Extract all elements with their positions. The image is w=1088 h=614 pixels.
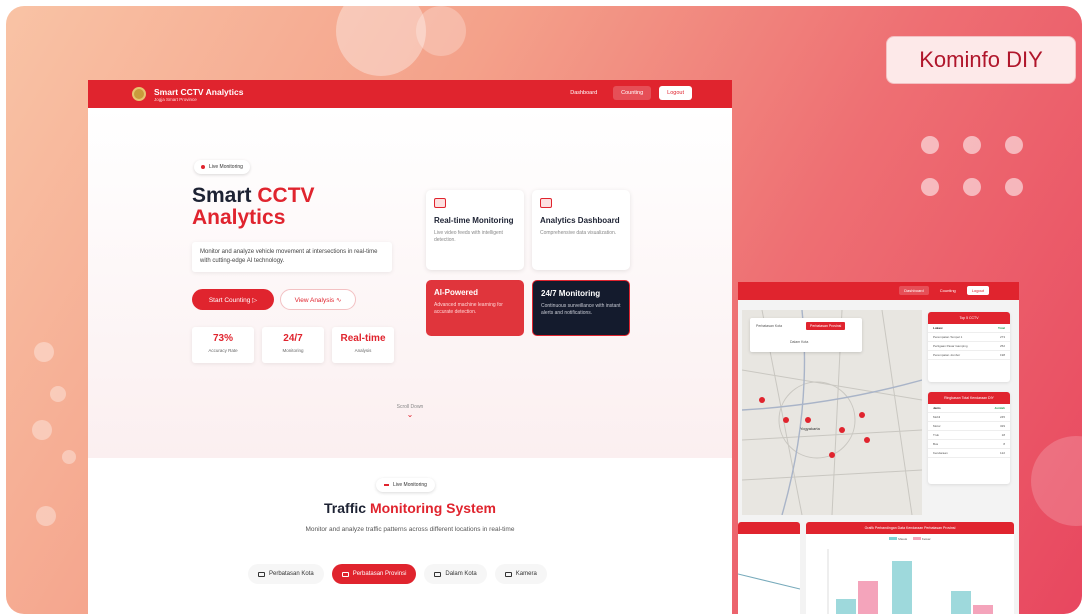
- camera-icon: [434, 198, 446, 208]
- table-row: Perempatan Jombor 198: [928, 351, 1010, 360]
- section-subtitle: Monitor and analyze traffic patterns acr…: [305, 526, 515, 533]
- traffic-section: Live Monitoring Traffic Monitoring Syste…: [88, 458, 732, 614]
- feature-card-realtime[interactable]: Real-time Monitoring Live video feeds wit…: [426, 190, 524, 270]
- camera-icon: [434, 571, 442, 577]
- dashboard-preview-window: Dashboard Counting Logout Yogyakarta Per…: [738, 282, 1019, 614]
- logo-icon: [132, 87, 146, 101]
- hero-description: Monitor and analyze vehicle movement at …: [192, 242, 392, 272]
- hero-section: Live Monitoring Smart CCTV Analytics Mon…: [88, 108, 732, 458]
- decor-circle: [416, 6, 466, 56]
- brand-badge: Kominfo DIY: [886, 36, 1076, 84]
- monitor-icon: [540, 198, 552, 208]
- hero-title-line2: Analytics: [192, 206, 286, 229]
- start-counting-button[interactable]: Start Counting ▷: [192, 289, 274, 310]
- nav-counting[interactable]: Counting: [613, 86, 652, 100]
- view-analysis-button[interactable]: View Analysis ∿: [280, 289, 356, 310]
- nav-dashboard[interactable]: Dashboard: [562, 86, 605, 100]
- live-monitoring-badge: Live Monitoring: [376, 478, 435, 492]
- stat-monitoring: 24/7 Monitoring: [262, 327, 324, 363]
- nav-counting[interactable]: Counting: [935, 286, 961, 295]
- tab-perbatasan-provinsi[interactable]: Perbatasan Provinsi: [331, 564, 417, 584]
- panel-title: Ringkasan Total Kendaraan DIY: [928, 392, 1010, 404]
- panel-title: Top 5 CCTV: [928, 312, 1010, 324]
- bar: [836, 599, 856, 614]
- chart-card-left: [738, 522, 800, 614]
- col-header: Total: [998, 326, 1005, 330]
- decor-circle: [1031, 436, 1082, 526]
- col-header: Jumlah: [994, 406, 1005, 410]
- table-row: Bus 8: [928, 440, 1010, 449]
- col-header: Lokasi: [933, 326, 943, 330]
- comparison-chart-card: Grafik Perbandingan Data Kendaraan Perba…: [806, 522, 1014, 614]
- camera-icon: [341, 571, 349, 577]
- table-row: Motor 329: [928, 422, 1010, 431]
- live-monitoring-badge: Live Monitoring: [194, 160, 250, 174]
- stat-accuracy: 73% Accuracy Rate: [192, 327, 254, 363]
- vehicle-summary-panel: Ringkasan Total Kendaraan DIY Jenis Jumla…: [928, 392, 1010, 484]
- map-filter-province[interactable]: Perbatasan Provinsi: [806, 322, 846, 330]
- live-dot-icon: [201, 165, 205, 169]
- bar: [892, 561, 912, 614]
- bar-chart: [827, 549, 993, 614]
- tab-perbatasan-kota[interactable]: Perbatasan Kota: [248, 564, 324, 584]
- dashboard-topbar: Dashboard Counting Logout: [738, 282, 1019, 300]
- decor-dot-grid: [921, 136, 1023, 196]
- camera-icon: [504, 571, 512, 577]
- section-title: Traffic Monitoring System: [324, 500, 496, 516]
- showcase-frame: Kominfo DIY Dashboard Counting Logout Yo…: [6, 6, 1082, 614]
- feature-card-analytics[interactable]: Analytics Dashboard Comprehensive data vi…: [532, 190, 630, 270]
- map-filter-box: Perbatasan Kota Perbatasan Provinsi Dala…: [750, 318, 862, 352]
- app-header: Smart CCTV Analytics Jogja Smart Provinc…: [88, 80, 732, 108]
- map-filter-inner[interactable]: Dalam Kota: [790, 340, 808, 344]
- main-app-window: Smart CCTV Analytics Jogja Smart Provinc…: [88, 80, 732, 614]
- chevron-down-icon: ⌄: [406, 410, 414, 419]
- location-tabs: Perbatasan Kota Perbatasan Provinsi Dala…: [248, 564, 547, 584]
- app-title: Smart CCTV Analytics: [154, 86, 244, 97]
- line-chart: [738, 573, 800, 590]
- bar: [858, 581, 878, 614]
- feature-card-247[interactable]: 24/7 Monitoring Continuous surveillance w…: [532, 280, 630, 336]
- tab-dalam-kota[interactable]: Dalam Kota: [424, 564, 487, 584]
- feature-card-ai[interactable]: AI-Powered Advanced machine learning for …: [426, 280, 524, 336]
- col-header: Jenis: [933, 406, 941, 410]
- table-row: Truk 18: [928, 431, 1010, 440]
- table-row: Kendaraan 122: [928, 449, 1010, 458]
- camera-icon: [258, 571, 265, 577]
- tab-kamera[interactable]: Kamera: [494, 564, 547, 584]
- decor-circle: [336, 6, 426, 76]
- table-row: Mobil 245: [928, 413, 1010, 422]
- stat-analysis: Real-time Analysis: [332, 327, 394, 363]
- table-row: Perempatan Tempel 1 273: [928, 333, 1010, 342]
- logout-button[interactable]: Logout: [966, 286, 989, 295]
- bar: [951, 591, 971, 614]
- table-row: Pertigaan Pasar Gamping 252: [928, 342, 1010, 351]
- scroll-down-hint[interactable]: Scroll Down ⌄: [388, 404, 432, 419]
- map-city-label: Yogyakarta: [800, 426, 820, 431]
- hero-title: Smart CCTV: [192, 184, 315, 207]
- chart-title: Grafik Perbandingan Data Kendaraan Perba…: [806, 522, 1014, 534]
- app-subtitle: Jogja Smart Province: [154, 96, 197, 102]
- nav-dashboard[interactable]: Dashboard: [899, 286, 929, 295]
- logout-button[interactable]: Logout: [659, 86, 692, 100]
- top-cctv-panel: Top 5 CCTV Lokasi Total Perempatan Tempel…: [928, 312, 1010, 382]
- live-icon: [384, 484, 389, 486]
- bar: [973, 605, 993, 614]
- map-filter-city[interactable]: Perbatasan Kota: [756, 324, 782, 328]
